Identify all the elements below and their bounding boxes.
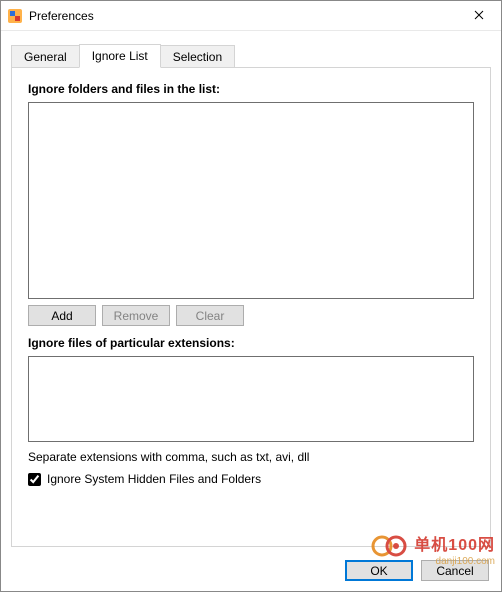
ignore-ext-box[interactable] <box>28 356 474 442</box>
preferences-window: Preferences General Ignore List Selectio… <box>0 0 502 592</box>
clear-button-label: Clear <box>196 309 225 323</box>
add-button[interactable]: Add <box>28 305 96 326</box>
tab-ignore-list[interactable]: Ignore List <box>79 44 161 68</box>
ignore-list-box[interactable] <box>28 102 474 299</box>
tab-selection-label: Selection <box>173 50 222 64</box>
tab-general-label: General <box>24 50 67 64</box>
dialog-buttons: OK Cancel <box>345 560 489 581</box>
remove-button-label: Remove <box>114 309 159 323</box>
tab-general[interactable]: General <box>11 45 80 68</box>
ok-button[interactable]: OK <box>345 560 413 581</box>
close-button[interactable] <box>456 1 501 30</box>
ext-hint: Separate extensions with comma, such as … <box>28 450 474 464</box>
add-button-label: Add <box>51 309 72 323</box>
app-icon <box>7 8 23 24</box>
ignore-list-panel: Ignore folders and files in the list: Ad… <box>11 67 491 547</box>
ignore-hidden-checkbox[interactable] <box>28 473 41 486</box>
titlebar: Preferences <box>1 1 501 31</box>
tab-selection[interactable]: Selection <box>160 45 235 68</box>
ignore-hidden-label: Ignore System Hidden Files and Folders <box>47 472 261 486</box>
clear-button[interactable]: Clear <box>176 305 244 326</box>
cancel-button-label: Cancel <box>436 564 473 578</box>
ignore-list-label: Ignore folders and files in the list: <box>28 82 474 96</box>
cancel-button[interactable]: Cancel <box>421 560 489 581</box>
tab-ignore-label: Ignore List <box>92 49 148 63</box>
ok-button-label: OK <box>370 564 387 578</box>
tabs: General Ignore List Selection <box>11 45 491 68</box>
remove-button[interactable]: Remove <box>102 305 170 326</box>
ignore-hidden-row[interactable]: Ignore System Hidden Files and Folders <box>28 472 474 486</box>
close-icon <box>474 8 484 23</box>
ignore-ext-label: Ignore files of particular extensions: <box>28 336 474 350</box>
window-title: Preferences <box>29 9 94 23</box>
